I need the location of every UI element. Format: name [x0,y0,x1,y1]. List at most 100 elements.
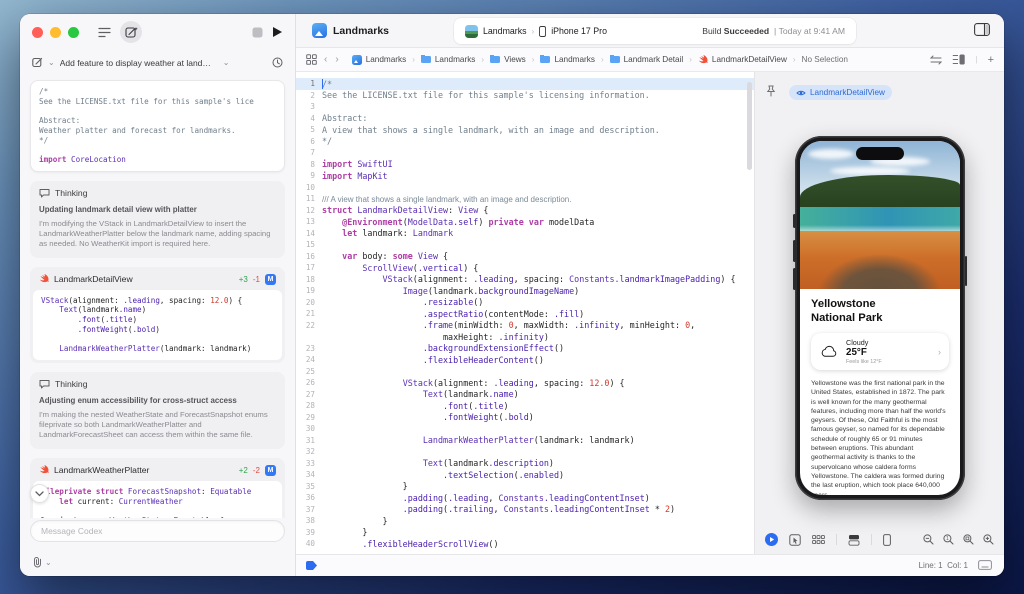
project-button[interactable]: Landmarks [312,23,389,38]
code-line[interactable]: 13 @Environment(ModelData.self) private … [296,216,754,228]
code-line[interactable]: 6*/ [296,136,754,148]
code-line[interactable]: 32 [296,446,754,458]
new-chat-icon[interactable] [120,21,142,43]
file-change-header[interactable]: LandmarkWeatherPlatter+2-2M [33,461,282,481]
code-line[interactable]: 10 [296,182,754,194]
code-line[interactable]: 31 LandmarkWeatherPlatter(landmark: land… [296,435,754,447]
breadcrumb-item[interactable]: LandmarkDetailView [698,55,787,65]
code-line[interactable]: 22 .frame(minWidth: 0, maxWidth: .infini… [296,320,754,332]
keyboard-icon[interactable] [978,560,992,570]
conversation-list-icon[interactable] [98,27,111,38]
attachment-paperclip-icon[interactable] [32,556,43,568]
code-line[interactable]: 23 .backgroundExtensionEffect() [296,343,754,355]
code-line[interactable]: 16 var body: some View { [296,251,754,263]
live-preview-button[interactable] [765,533,778,546]
code-line[interactable]: 37 .padding(.trailing, Constants.leading… [296,504,754,516]
breadcrumb-item[interactable]: No Selection [802,55,848,64]
back-button[interactable]: ‹ [324,54,327,65]
editor-scrollbar[interactable] [747,82,752,170]
code-line[interactable]: 9import MapKit [296,170,754,182]
thinking-card[interactable]: ThinkingAdjusting enum accessibility for… [30,372,285,449]
scheme-selector[interactable]: Landmarks › iPhone 17 Pro Build Succeede… [454,18,856,44]
compose-icon[interactable] [32,57,43,68]
code-snippet-card[interactable]: /*See the LICENSE.txt file for this samp… [30,80,285,172]
code-line[interactable]: 30 [296,423,754,435]
code-line[interactable]: 21 .aspectRatio(contentMode: .fill) [296,308,754,320]
file-change-card[interactable]: LandmarkWeatherPlatter+2-2Mfileprivate s… [30,458,285,518]
color-scheme-button[interactable] [848,534,860,546]
device-settings-button[interactable] [883,534,891,546]
tag-bookmark-icon[interactable] [305,560,318,571]
breadcrumb-item[interactable]: Landmarks [352,55,407,65]
file-change-header[interactable]: LandmarkDetailView+3-1M [33,270,282,290]
pin-preview-icon[interactable] [766,85,776,97]
stop-button[interactable] [252,27,263,38]
minimize-window-button[interactable] [50,27,61,38]
zoom-in-button[interactable] [983,534,994,545]
chevron-down-icon[interactable]: ⌄ [223,58,230,67]
code-line[interactable]: maxHeight: .infinity) [296,331,754,343]
code-line[interactable]: 1/* [296,78,754,90]
code-line[interactable]: 38 } [296,515,754,527]
breadcrumb-item[interactable]: Landmark Detail [610,55,684,64]
preview-selector-pill[interactable]: LandmarkDetailView [789,85,892,100]
breadcrumb-item[interactable]: Landmarks [540,55,595,64]
code-line[interactable]: 8import SwiftUI [296,159,754,171]
zoom-100-button[interactable]: 1 [943,534,954,545]
scheme-name[interactable]: Landmarks [483,26,527,36]
code-line[interactable]: 12struct LandmarkDetailView: View { [296,205,754,217]
code-line[interactable]: 34 .textSelection(.enabled) [296,469,754,481]
code-line[interactable]: 7 [296,147,754,159]
code-line[interactable]: 15 [296,239,754,251]
file-change-card[interactable]: LandmarkDetailView+3-1MVStack(alignment:… [30,267,285,363]
inspector-toggle-icon[interactable] [974,23,990,36]
run-destination[interactable]: iPhone 17 Pro [551,26,607,36]
run-button[interactable] [272,26,283,38]
code-line[interactable]: 33 Text(landmark.description) [296,458,754,470]
message-input[interactable]: Message Codex [30,520,285,542]
prompt-title[interactable]: Add feature to display weather at landma… [60,58,218,68]
code-line[interactable]: 39 } [296,527,754,539]
code-line[interactable]: 14 let landmark: Landmark [296,228,754,240]
build-status[interactable]: Build Succeeded | Today at 9:41 AM [702,26,845,36]
prompt-bar[interactable]: ⌄ Add feature to display weather at land… [20,50,295,75]
code-line[interactable]: 36 .padding(.leading, Constants.leadingC… [296,492,754,504]
related-items-icon[interactable] [306,54,317,65]
code-editor[interactable]: 1/*2See the LICENSE.txt file for this sa… [296,72,754,554]
zoom-fit-button[interactable] [963,534,974,545]
swap-editor-icon[interactable] [930,55,942,65]
code-line[interactable]: 40 .flexibleHeaderScrollView() [296,538,754,550]
add-editor-icon[interactable]: + [988,54,994,66]
close-window-button[interactable] [32,27,43,38]
code-line[interactable]: 18 VStack(alignment: .leading, spacing: … [296,274,754,286]
code-line[interactable]: 26 VStack(alignment: .leading, spacing: … [296,377,754,389]
breadcrumb-item[interactable]: Views [490,55,526,64]
selectable-mode-button[interactable] [789,534,801,546]
forward-button[interactable]: › [335,54,338,65]
code-line[interactable]: 25 [296,366,754,378]
code-line[interactable]: 4Abstract: [296,113,754,125]
variants-grid-button[interactable] [812,535,825,545]
code-line[interactable]: 2See the LICENSE.txt file for this sampl… [296,90,754,102]
code-line[interactable]: 20 .resizable() [296,297,754,309]
code-line[interactable]: 5A view that shows a single landmark, wi… [296,124,754,136]
code-line[interactable]: 35 } [296,481,754,493]
scroll-to-bottom-button[interactable] [30,484,49,503]
code-line[interactable]: 28 .font(.title) [296,400,754,412]
code-line[interactable]: 17 ScrollView(.vertical) { [296,262,754,274]
code-line[interactable]: 27 Text(landmark.name) [296,389,754,401]
chevron-down-icon[interactable]: ⌄ [48,58,55,67]
code-line[interactable]: 29 .fontWeight(.bold) [296,412,754,424]
weather-platter[interactable]: Cloudy 25°F Feels like 12°F › [811,333,949,370]
zoom-out-button[interactable] [923,534,934,545]
editor-options-icon[interactable] [952,54,965,65]
thinking-card[interactable]: ThinkingUpdating landmark detail view wi… [30,181,285,258]
chevron-down-icon[interactable]: ⌄ [45,558,52,567]
code-line[interactable]: 24 .flexibleHeaderContent() [296,354,754,366]
code-line[interactable]: 19 Image(landmark.backgroundImageName) [296,285,754,297]
code-line[interactable]: 11/// A view that shows a single landmar… [296,193,754,205]
code-line[interactable]: 3 [296,101,754,113]
breadcrumb-item[interactable]: Landmarks [421,55,476,64]
zoom-window-button[interactable] [68,27,79,38]
history-clock-icon[interactable] [272,57,283,68]
